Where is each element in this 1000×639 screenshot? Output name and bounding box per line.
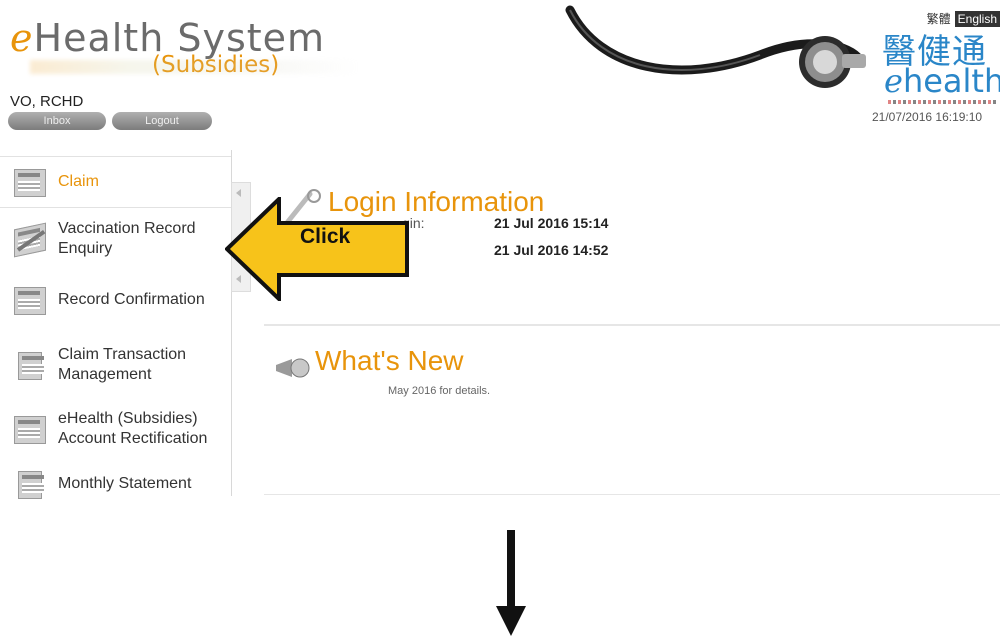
click-callout-arrow: [225, 197, 409, 301]
logo-e: e: [10, 16, 34, 60]
sidebar-item-label: Record Confirmation: [58, 291, 205, 308]
brand-fine-print: [888, 100, 998, 104]
sidebar-item-monthly-statement[interactable]: Monthly Statement: [0, 466, 231, 502]
sidebar-item-label: Vaccination Record Enquiry: [58, 220, 196, 257]
previous-login-value: 21 Jul 2016 14:52: [494, 242, 609, 258]
vaccination-record-icon: [12, 222, 52, 258]
brand-health: health: [902, 62, 1000, 100]
whats-new-text: May 2016 for details.: [388, 385, 491, 397]
down-arrow-icon: [496, 530, 526, 636]
sidebar-item-vaccination-record-enquiry[interactable]: Vaccination Record Enquiry: [0, 212, 231, 266]
logo-reflection: [30, 60, 360, 74]
monthly-statement-icon: [12, 467, 52, 501]
click-callout-text: Click: [300, 225, 351, 248]
sidebar-item-claim-transaction-management[interactable]: Claim Transaction Management: [0, 338, 231, 392]
brand-ehealth: ehealth: [884, 62, 1000, 100]
claim-transaction-icon: [12, 348, 52, 382]
scroll-up-icon: [236, 189, 241, 197]
sidebar-item-account-rectification[interactable]: eHealth (Subsidies) Account Rectificatio…: [0, 402, 231, 456]
sidebar-menu: Claim Vaccination Record Enquiry Record …: [0, 150, 232, 499]
whats-new-title: What's New: [315, 345, 464, 376]
last-login-value: 21 Jul 2016 15:14: [494, 215, 609, 231]
sidebar-item-label: Claim Transaction Management: [58, 346, 187, 383]
sidebar-item-label: eHealth (Subsidies) Account Rectificatio…: [58, 410, 208, 447]
sidebar-item-record-confirmation[interactable]: Record Confirmation: [0, 280, 231, 320]
brand-e: e: [884, 62, 903, 100]
sidebar-item-claim[interactable]: Claim: [0, 156, 231, 208]
system-logo: eHealth System (Subsidies): [10, 16, 325, 78]
sidebar-item-label: Claim: [58, 173, 99, 190]
account-rectification-icon: [12, 412, 52, 446]
inbox-button[interactable]: Inbox: [8, 112, 106, 130]
logout-button[interactable]: Logout: [112, 112, 212, 130]
section-divider: [264, 324, 1000, 326]
sidebar-item-label: Monthly Statement: [58, 475, 192, 492]
current-datetime: 21/07/2016 16:19:10: [872, 110, 983, 124]
megaphone-icon: [276, 358, 310, 378]
user-name: VO, RCHD: [10, 93, 84, 110]
claim-icon: [12, 165, 52, 199]
record-confirmation-icon: [12, 283, 52, 317]
content-bottom-divider: [264, 494, 1000, 495]
stethoscope-image: [565, 5, 866, 88]
